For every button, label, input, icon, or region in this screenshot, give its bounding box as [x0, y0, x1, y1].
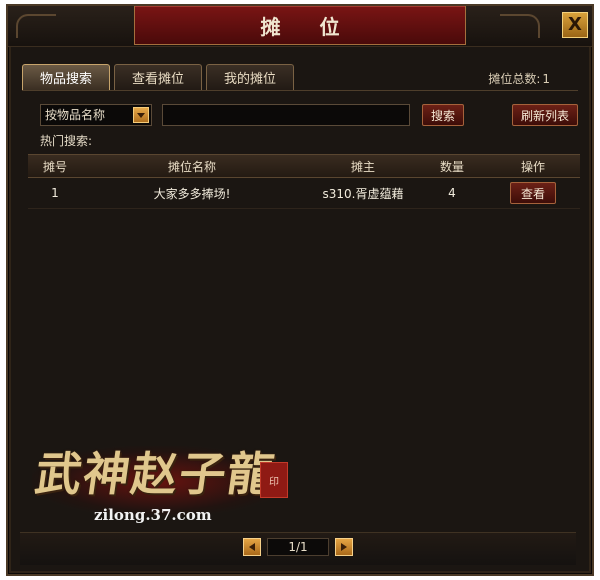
logo-seal-icon: 印 — [260, 462, 288, 498]
pagination: 1/1 — [243, 538, 353, 558]
stall-table: 摊号 摊位名称 摊主 数量 操作 1 大家多多捧场! s310.胥虚蕴藉 4 查… — [28, 154, 580, 209]
next-page-button[interactable] — [335, 538, 353, 556]
search-type-value: 按物品名称 — [45, 108, 106, 122]
title-bar[interactable]: 摊 位 X — [8, 6, 592, 47]
tab-my-stall[interactable]: 我的摊位 — [206, 64, 294, 90]
row-quantity: 4 — [448, 186, 456, 200]
row-stall-name: 大家多多捧场! — [153, 186, 231, 201]
row-owner: s310.胥虚蕴藉 — [322, 186, 404, 201]
search-row: 按物品名称 搜索 刷新列表 — [40, 104, 580, 126]
logo-title: 武神赵子龍 — [31, 447, 280, 501]
table-row[interactable]: 1 大家多多捧场! s310.胥虚蕴藉 4 查看 — [28, 178, 580, 209]
header-owner: 摊主 — [350, 159, 375, 174]
search-type-select[interactable]: 按物品名称 — [40, 104, 152, 126]
corner-ornament-left — [16, 14, 56, 38]
window-title: 摊 位 — [260, 14, 356, 39]
stall-total-label: 摊位总数: — [488, 72, 541, 86]
next-page-icon — [341, 543, 347, 551]
search-input[interactable] — [162, 104, 410, 126]
game-logo: 武神赵子龍 印 zilong.37.com — [22, 432, 302, 532]
prev-page-button[interactable] — [243, 538, 261, 556]
stall-total-value: 1 — [542, 72, 550, 86]
stall-total: 摊位总数: 1 — [486, 70, 550, 87]
table-header: 摊号 摊位名称 摊主 数量 操作 — [28, 154, 580, 178]
row-stall-no: 1 — [51, 186, 59, 200]
view-stall-button[interactable]: 查看 — [510, 182, 556, 204]
header-stall-name: 摊位名称 — [167, 159, 216, 174]
header-action: 操作 — [520, 159, 545, 174]
close-button[interactable]: X — [562, 12, 588, 38]
footer-bar: 1/1 — [20, 532, 576, 565]
tab-item-search[interactable]: 物品搜索 — [22, 64, 110, 90]
refresh-list-button[interactable]: 刷新列表 — [512, 104, 578, 126]
hot-search-label: 热门搜索: — [40, 134, 93, 148]
tab-view-stall[interactable]: 查看摊位 — [114, 64, 202, 90]
chevron-down-icon[interactable] — [133, 107, 149, 123]
row-action-cell: 查看 — [498, 178, 568, 208]
header-quantity: 数量 — [439, 159, 464, 174]
prev-page-icon — [249, 543, 255, 551]
page-indicator: 1/1 — [267, 538, 329, 556]
close-icon: X — [568, 14, 582, 35]
title-plate: 摊 位 — [134, 6, 466, 45]
logo-url: zilong.37.com — [94, 506, 212, 524]
header-stall-no: 摊号 — [42, 159, 67, 174]
corner-ornament-right — [500, 14, 540, 38]
tab-divider — [22, 90, 578, 91]
search-button[interactable]: 搜索 — [422, 104, 464, 126]
